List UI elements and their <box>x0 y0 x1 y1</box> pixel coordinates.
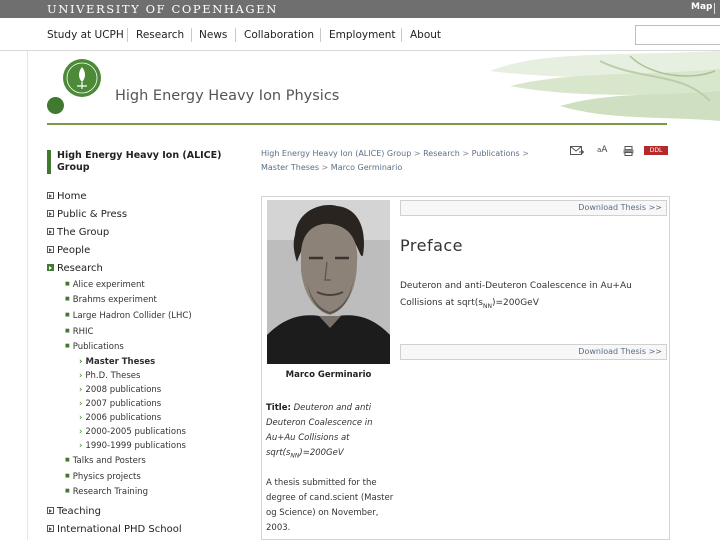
sidebar-sub-brahms-experiment[interactable]: Brahms experiment <box>65 295 157 305</box>
sidebar-pub-2000-2005[interactable]: 2000-2005 publications <box>79 427 186 437</box>
abstract-subscript: NN <box>482 302 492 310</box>
sidebar-item-people[interactable]: People <box>47 245 90 259</box>
sidebar-sub-alice-experiment[interactable]: Alice experiment <box>65 280 145 290</box>
nav-collaboration[interactable]: Collaboration <box>244 29 314 41</box>
breadcrumb: High Energy Heavy Ion (ALICE) Group > Re… <box>261 147 546 175</box>
sidebar-sub-lhc[interactable]: Large Hadron Collider (LHC) <box>65 311 192 321</box>
sidebar-accent-bar <box>47 150 51 174</box>
nav-divider <box>401 28 402 42</box>
email-icon[interactable] <box>570 146 584 156</box>
download-thesis-button[interactable]: Download Thesis >> <box>400 200 667 216</box>
breadcrumb-link[interactable]: High Energy Heavy Ion (ALICE) Group <box>261 149 411 158</box>
arrow-box-icon <box>47 525 54 532</box>
arrow-box-icon <box>47 228 54 235</box>
sidebar-sub-physics-projects[interactable]: Physics projects <box>65 472 141 482</box>
arrow-box-icon <box>47 210 54 217</box>
arrow-box-icon <box>47 507 54 514</box>
sidebar-item-research[interactable]: Research <box>47 263 103 277</box>
sidebar-group-title[interactable]: High Energy Heavy Ion (ALICE) Group <box>57 150 227 174</box>
arrow-box-icon <box>47 264 54 271</box>
breadcrumb-link[interactable]: Master Theses <box>261 163 319 172</box>
sidebar-item-public-press[interactable]: Public & Press <box>47 209 127 223</box>
sidebar-item-international-phd-school[interactable]: International PHD School <box>47 524 182 538</box>
sidebar-item-label: Public & Press <box>57 209 128 220</box>
sidebar-item-home[interactable]: Home <box>47 191 87 205</box>
university-name[interactable]: UNIVERSITY OF COPENHAGEN <box>47 2 278 16</box>
sidebar-item-label: The Group <box>57 227 110 238</box>
sidebar-pub-2007[interactable]: 2007 publications <box>79 399 161 409</box>
sidebar-sub-talks-posters[interactable]: Talks and Posters <box>65 456 146 466</box>
font-size-label: A <box>601 145 608 155</box>
breadcrumb-separator: > <box>462 149 470 158</box>
sidebar-item-label: Research <box>57 263 103 274</box>
nav-research[interactable]: Research <box>136 29 184 41</box>
download-thesis-button[interactable]: Download Thesis >> <box>400 344 667 360</box>
nav-about[interactable]: About <box>410 29 441 41</box>
sidebar-item-label: People <box>57 245 91 256</box>
nav-news[interactable]: News <box>199 29 227 41</box>
sidebar-item-label: International PHD School <box>57 524 182 535</box>
breadcrumb-separator: > <box>321 163 329 172</box>
sidebar-item-label: Teaching <box>57 506 101 517</box>
main-navigation: Study at UCPH Research News Collaboratio… <box>0 18 720 51</box>
preface-heading: Preface <box>400 236 464 255</box>
breadcrumb-separator: > <box>413 149 421 158</box>
nav-divider <box>191 28 192 42</box>
nav-employment[interactable]: Employment <box>329 29 396 41</box>
sidebar-item-label: Home <box>57 191 87 202</box>
sidebar-sub-publications[interactable]: Publications <box>65 342 124 352</box>
breadcrumb-current: Marco Germinario <box>330 163 403 172</box>
portrait-photo <box>267 200 390 364</box>
arrow-box-icon <box>47 246 54 253</box>
sidebar-pub-master-theses[interactable]: Master Theses <box>79 357 156 367</box>
ddl-icon[interactable]: DDL <box>644 146 668 155</box>
nav-divider <box>127 28 128 42</box>
sidebar-pub-2008[interactable]: 2008 publications <box>79 385 161 395</box>
arrow-box-icon <box>47 192 54 199</box>
map-link[interactable]: Map <box>691 2 712 12</box>
search-input[interactable] <box>635 25 720 45</box>
page-left-border <box>27 51 28 540</box>
nav-divider <box>235 28 236 42</box>
sidebar-sub-research-training[interactable]: Research Training <box>65 487 148 497</box>
title-text-part: )=200GeV <box>299 448 344 458</box>
sidebar-pub-1990-1999[interactable]: 1990-1999 publications <box>79 441 186 451</box>
sidebar-pub-phd-theses[interactable]: Ph.D. Theses <box>79 371 140 381</box>
header-divider <box>47 123 667 125</box>
site-title: High Energy Heavy Ion Physics <box>115 88 340 104</box>
breadcrumb-link[interactable]: Publications <box>472 149 520 158</box>
sidebar-pub-2006[interactable]: 2006 publications <box>79 413 161 423</box>
thesis-title: Title: Deuteron and anti Deuteron Coales… <box>266 401 394 464</box>
thesis-description: A thesis submitted for the degree of can… <box>266 478 394 533</box>
sidebar-sub-rhic[interactable]: RHIC <box>65 327 94 337</box>
top-divider <box>714 3 715 14</box>
person-name: Marco Germinario <box>285 370 372 380</box>
abstract-text-part: )=200GeV <box>491 298 539 308</box>
font-size-icon[interactable]: aA <box>597 145 607 155</box>
header-leaf-graphic <box>490 51 720 121</box>
breadcrumb-separator: > <box>522 149 529 158</box>
thesis-abstract: Deuteron and anti-Deuteron Coalescence i… <box>400 278 665 315</box>
top-bar: UNIVERSITY OF COPENHAGEN Map <box>0 0 720 18</box>
green-dot-decoration <box>47 97 64 114</box>
nav-divider <box>320 28 321 42</box>
university-logo[interactable] <box>62 58 102 98</box>
breadcrumb-link[interactable]: Research <box>423 149 460 158</box>
nav-study-at-ucph[interactable]: Study at UCPH <box>47 29 124 41</box>
sidebar-item-the-group[interactable]: The Group <box>47 227 109 241</box>
title-label: Title: <box>266 403 291 413</box>
print-icon[interactable] <box>623 146 634 156</box>
sidebar-item-teaching[interactable]: Teaching <box>47 506 101 520</box>
